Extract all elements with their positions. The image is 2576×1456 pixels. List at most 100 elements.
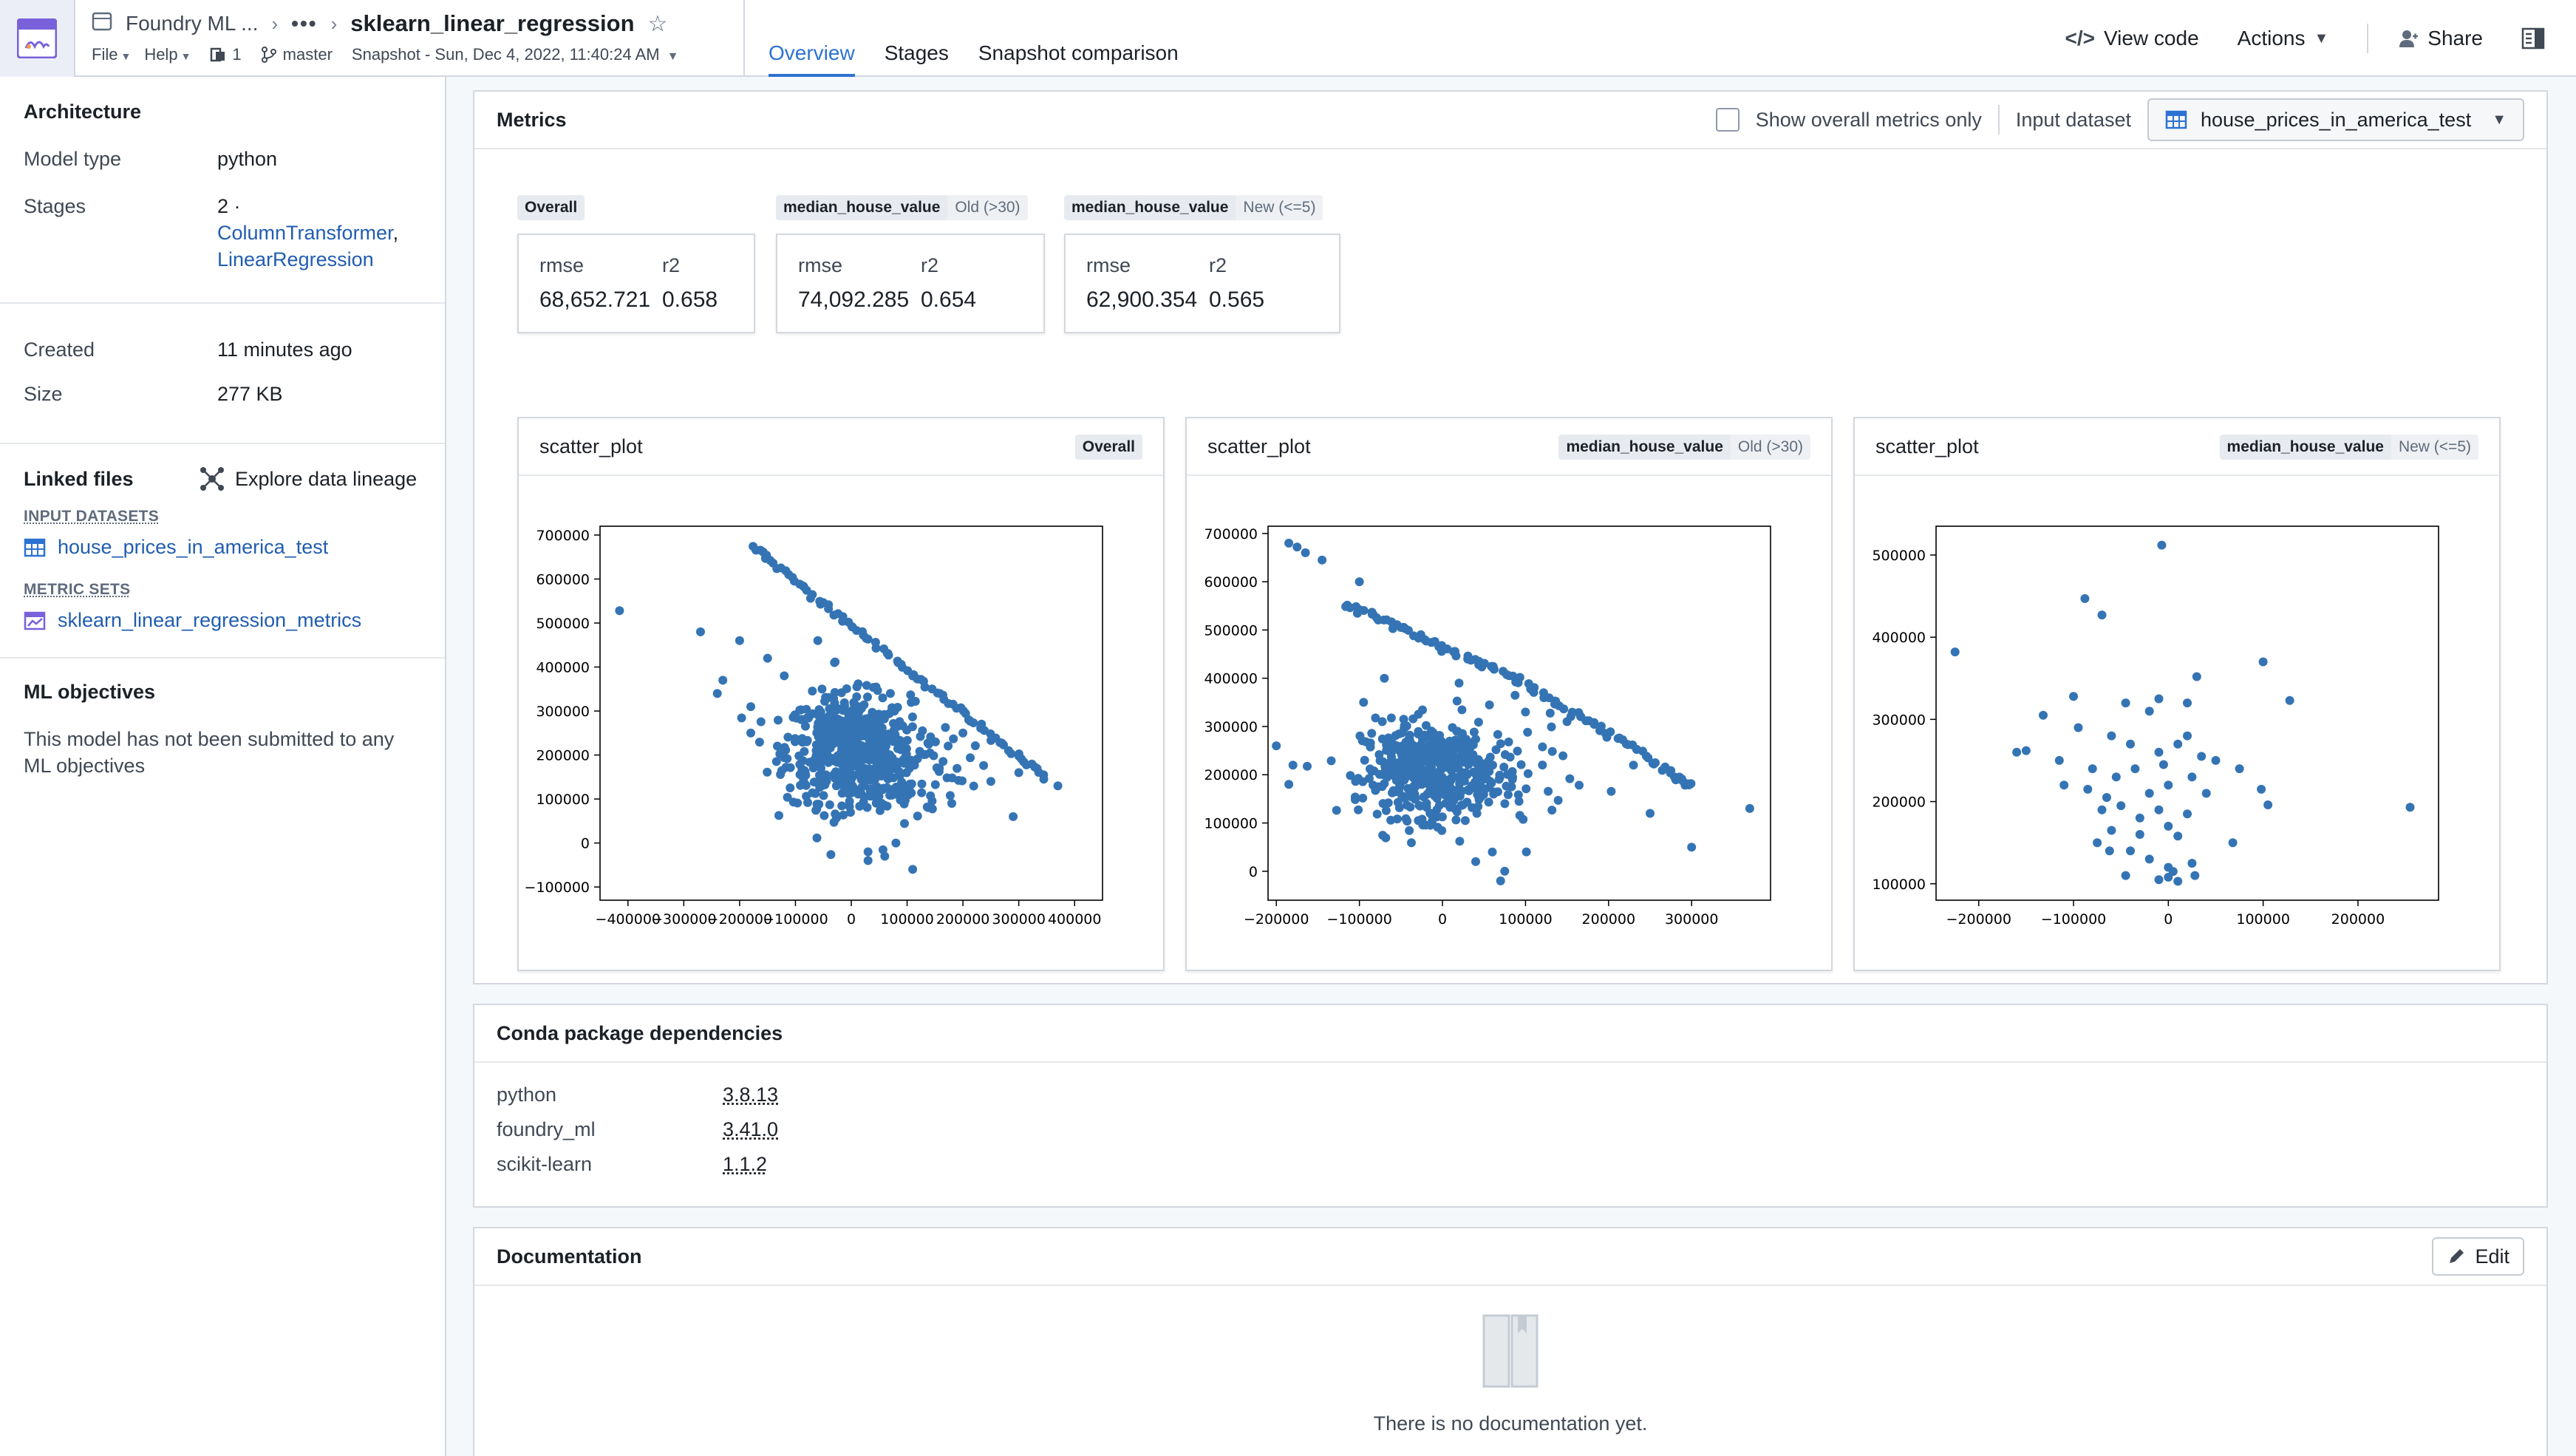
main-content: Metrics Show overall metrics only Input … (473, 90, 2548, 1456)
data-point (1606, 787, 1615, 796)
data-point (859, 701, 868, 710)
input-dataset-link[interactable]: house_prices_in_america_test (24, 536, 421, 559)
data-point (877, 799, 886, 808)
data-point (1490, 665, 1499, 674)
metric-group-old: median_house_value Old (>30) rmse r2 74,09… (776, 195, 1045, 333)
data-point (2069, 692, 2078, 701)
breadcrumb: Foundry ML ... › ••• › sklearn_linear_re… (92, 9, 667, 38)
data-point (864, 635, 873, 644)
help-menu[interactable]: Help ▼ (144, 45, 191, 64)
metric-rmse: 62,900.354 (1086, 288, 1209, 313)
data-point (812, 761, 821, 770)
view-code-button[interactable]: </> View code (2065, 27, 2198, 50)
data-point (1289, 761, 1298, 769)
app-logo-icon[interactable] (0, 0, 75, 77)
data-point (1455, 678, 1464, 687)
file-menu[interactable]: File ▼ (92, 45, 131, 64)
data-point (1402, 814, 1411, 823)
stage-link-linear-regression[interactable]: LinearRegression (217, 248, 374, 271)
breadcrumb-app[interactable]: Foundry ML ... (126, 12, 258, 35)
tab-stages[interactable]: Stages (885, 38, 949, 77)
branch-selector[interactable]: master (261, 45, 333, 64)
tab-snapshot-comparison[interactable]: Snapshot comparison (978, 38, 1179, 77)
data-point (776, 770, 785, 779)
data-point (1292, 542, 1301, 551)
data-point (1359, 698, 1368, 707)
data-point (2183, 732, 2192, 741)
data-point (871, 782, 880, 791)
scatter-card-old: scatter_plot median_house_value Old (>30)… (1185, 417, 1833, 971)
data-point (2197, 752, 2206, 761)
data-point (2164, 780, 2173, 789)
data-point (1354, 806, 1363, 814)
panel-toggle-button[interactable] (2521, 27, 2545, 50)
data-point (796, 770, 805, 779)
data-point (820, 697, 829, 706)
branch-count[interactable]: 1 (210, 45, 241, 64)
data-points (1951, 541, 2415, 886)
data-point (1403, 800, 1411, 809)
data-point (1500, 867, 1509, 876)
data-point (868, 708, 876, 717)
input-dataset-select[interactable]: house_prices_in_america_test ▼ (2147, 98, 2524, 141)
metric-box: rmse r2 62,900.354 0.565 (1064, 234, 1340, 333)
data-point (763, 654, 772, 663)
y-tick-label: 400000 (1872, 630, 1926, 646)
data-point (1522, 784, 1530, 793)
metric-group-new: median_house_value New (<=5) rmse r2 62,90… (1064, 195, 1340, 333)
data-point (1437, 755, 1446, 764)
data-point (1301, 548, 1310, 557)
data-point (1369, 780, 1377, 789)
data-point (872, 644, 881, 653)
data-point (1403, 741, 1411, 750)
x-tick-label: 0 (1438, 911, 1447, 928)
snapshot-selector[interactable]: Snapshot - Sun, Dec 4, 2022, 11:40:24 AM… (352, 45, 679, 64)
created-label: Created (24, 336, 217, 363)
explore-lineage-button[interactable]: Explore data lineage (200, 466, 417, 491)
y-tick-label: 100000 (1204, 816, 1258, 832)
stage-link-column-transformer[interactable]: ColumnTransformer (217, 222, 393, 244)
more-icon[interactable]: ••• (291, 12, 317, 35)
divider (743, 0, 745, 77)
data-point (1651, 758, 1660, 767)
data-point (2183, 809, 2192, 818)
data-point (1951, 647, 1960, 656)
data-point (947, 799, 956, 808)
data-point (808, 687, 817, 695)
share-button[interactable]: Share (2398, 27, 2483, 50)
show-overall-checkbox[interactable] (1716, 108, 1740, 132)
data-point (794, 752, 803, 761)
data-point (1358, 794, 1367, 803)
edit-button[interactable]: Edit (2432, 1237, 2524, 1276)
data-point (855, 802, 864, 811)
actions-button[interactable]: Actions ▼ (2238, 27, 2329, 50)
dependency-version: 1.1.2 (723, 1153, 767, 1176)
star-icon[interactable]: ☆ (648, 11, 668, 37)
dependency-row: scikit-learn 1.1.2 (497, 1153, 2524, 1176)
data-point (1523, 728, 1532, 737)
data-point (1544, 787, 1553, 796)
data-point (2126, 846, 2135, 855)
metric-boxes: Overall rmse r2 68,652.721 0.658 median_ho… (517, 195, 2504, 417)
ml-objectives-text: This model has not been submitted to any… (24, 726, 421, 779)
tab-overview[interactable]: Overview (769, 38, 855, 77)
data-point (1403, 721, 1411, 730)
data-point (966, 753, 975, 762)
data-point (2107, 732, 2116, 741)
data-point (808, 591, 817, 599)
data-point (889, 773, 898, 782)
y-tick-label: 700000 (1204, 526, 1258, 542)
metric-set-link[interactable]: sklearn_linear_regression_metrics (24, 609, 421, 632)
data-point (862, 681, 871, 690)
data-point (1547, 723, 1556, 732)
y-tick-label: 500000 (1204, 622, 1258, 639)
data-point (1375, 770, 1384, 779)
data-point (2122, 871, 2130, 880)
stages-value: 2 · ColumnTransformer, LinearRegression (217, 193, 421, 273)
model-type-row: Model type python (24, 146, 421, 172)
metric-rmse: 68,652.721 (539, 288, 662, 313)
data-point (1629, 761, 1638, 769)
metric-group-overall: Overall rmse r2 68,652.721 0.658 (517, 195, 755, 333)
data-point (825, 800, 834, 809)
data-point (1461, 749, 1470, 758)
